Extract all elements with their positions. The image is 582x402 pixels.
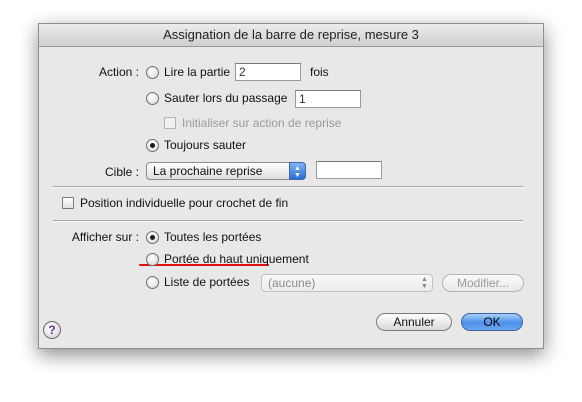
cible-field[interactable]: [316, 161, 382, 179]
cible-popup[interactable]: La prochaine reprise ▲ ▼: [146, 162, 306, 180]
afficher-sur-label: Afficher sur :: [71, 230, 139, 244]
portee-du-haut-radio[interactable]: [146, 253, 159, 266]
popup-arrows-icon: ▲ ▼: [289, 162, 306, 180]
sauter-lors-du-passage-label: Sauter lors du passage: [164, 91, 288, 105]
liste-de-portees-popup[interactable]: (aucune) ▲ ▼: [261, 274, 433, 292]
action-label: Action :: [98, 65, 139, 79]
fois-label: fois: [310, 65, 329, 79]
initialiser-label: Initialiser sur action de reprise: [182, 116, 342, 130]
toutes-les-portees-label: Toutes les portées: [164, 230, 262, 244]
lire-la-partie-radio[interactable]: [146, 66, 159, 79]
dialog-title: Assignation de la barre de reprise, mesu…: [39, 24, 543, 47]
annuler-button[interactable]: Annuler: [376, 313, 452, 331]
sauter-lors-du-passage-radio[interactable]: [146, 92, 159, 105]
dialog-content: Action : Lire la partie 2 fois Sauter lo…: [39, 47, 543, 348]
liste-de-portees-radio[interactable]: [146, 276, 159, 289]
reprise-dialog: Assignation de la barre de reprise, mesu…: [38, 23, 544, 349]
cible-label: Cible :: [104, 165, 139, 179]
lire-count-field[interactable]: 2: [235, 63, 301, 81]
portee-du-haut-label: Portée du haut uniquement: [164, 252, 309, 266]
liste-popup-value: (aucune): [268, 276, 316, 290]
toujours-sauter-radio[interactable]: [146, 139, 159, 152]
liste-de-portees-label: Liste de portées: [164, 275, 250, 289]
help-icon[interactable]: ?: [43, 321, 61, 339]
initialiser-checkbox[interactable]: [164, 117, 176, 129]
toutes-les-portees-radio[interactable]: [146, 231, 159, 244]
cible-popup-value: La prochaine reprise: [153, 164, 263, 178]
passage-count-field[interactable]: 1: [295, 90, 361, 108]
lire-la-partie-label: Lire la partie: [164, 65, 231, 79]
popup-arrows-icon: ▲ ▼: [421, 276, 428, 290]
position-individuelle-checkbox[interactable]: [62, 197, 74, 209]
separator-top: [53, 186, 523, 188]
toujours-sauter-label: Toujours sauter: [164, 138, 247, 152]
modifier-button[interactable]: Modifier...: [442, 274, 524, 292]
position-individuelle-label: Position individuelle pour crochet de fi…: [80, 196, 289, 210]
separator-bottom: [53, 220, 523, 222]
ok-button[interactable]: OK: [461, 313, 523, 331]
